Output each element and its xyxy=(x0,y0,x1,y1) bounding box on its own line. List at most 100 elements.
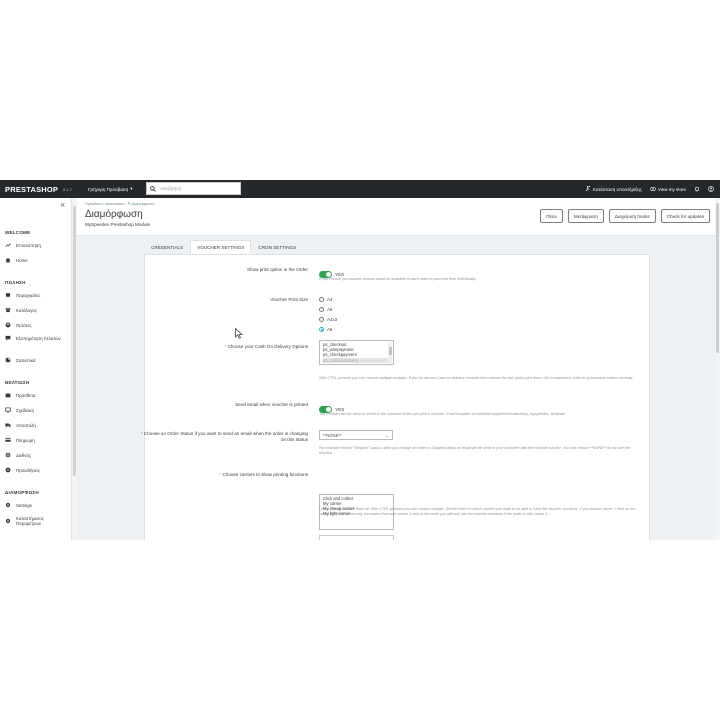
voucher-settings-panel: Show print option in the Order YES If yo… xyxy=(141,254,650,540)
page-header: Πρόσθετα / mymodules / ✎ Διαμόρφωση Διαμ… xyxy=(77,198,720,236)
cod-multiselect[interactable]: ps_checkout ps_wirepayment ps_checkpayme… xyxy=(319,340,394,365)
tab-bar: CREDENTIALS VOUCHER SETTINGS CRON SETTIN… xyxy=(144,240,303,254)
search-icon xyxy=(150,185,156,192)
chat-icon xyxy=(5,335,11,341)
list-item[interactable]: ps_cashondelivery xyxy=(323,357,390,363)
cod-label-text: Choose your Cash On Delivery Options xyxy=(227,344,308,349)
card-icon xyxy=(5,438,11,442)
radio-label: A4x3 xyxy=(327,317,338,322)
back-button[interactable]: Πίσω xyxy=(540,209,563,223)
sidebar-item-home[interactable]: Home xyxy=(5,257,69,263)
list-scrollbar[interactable] xyxy=(388,342,392,363)
search-box[interactable]: Αναζήτηση xyxy=(146,182,241,195)
radio-label: A6 xyxy=(327,327,333,332)
quick-access-menu[interactable]: Γρήγορη Πρόσβαση ▾ xyxy=(88,186,132,192)
sidebar-item-catalog[interactable]: Κατάλογος xyxy=(5,307,69,313)
main-scrollbar[interactable] xyxy=(715,198,720,540)
maintenance-link[interactable]: Κατάσταση υποστήριξης xyxy=(585,186,642,192)
cod-label: * Choose your Cash On Delivery Options xyxy=(224,344,308,349)
maintenance-label: Κατάσταση υποστήριξης xyxy=(593,186,642,192)
sidebar-item-label: Σχεδίαση xyxy=(16,407,35,413)
sidebar-item-label: Καταστήματος Παραμέτρων xyxy=(16,516,44,526)
breadcrumb-item[interactable]: mymodules xyxy=(105,202,124,206)
page-title: Διαμόρφωση xyxy=(85,209,143,220)
sidebar: « WELCOME Επισκόπηση Home ΠΩΛΗΣΗ Παραγγε… xyxy=(0,198,72,540)
home-icon xyxy=(5,257,11,263)
sidebar-item-advanced-parameters[interactable]: Καταστήματος Παραμέτρων xyxy=(5,516,69,526)
sidebar-item-orders[interactable]: Παραγγελίες xyxy=(5,292,69,298)
order-status-label: * Choose an Order Status if you want to … xyxy=(140,431,308,442)
sidebar-item-customers[interactable]: Πελάτες xyxy=(5,322,69,328)
sidebar-item-settings[interactable]: Settings xyxy=(5,502,69,508)
sidebar-item-label: Πρόσθετα xyxy=(16,392,36,398)
sidebar-item-label: Εξυπηρέτηση πελατών xyxy=(16,335,61,341)
sidebar-scrollbar[interactable] xyxy=(73,198,77,540)
tab-credentials[interactable]: CREDENTIALS xyxy=(144,240,190,254)
desktop-icon xyxy=(5,407,11,413)
manage-hooks-button[interactable]: Διαχείριση hooks xyxy=(608,209,656,223)
search-placeholder: Αναζήτηση xyxy=(160,186,182,191)
sidebar-section-welcome: WELCOME xyxy=(5,230,31,235)
caret-down-icon: ▾ xyxy=(130,186,133,191)
sidebar-item-label: Παραγγελίες xyxy=(16,292,41,298)
account-icon[interactable] xyxy=(708,186,714,192)
bell-icon[interactable] xyxy=(694,186,700,192)
carriers-help: Leave it blank to have them all. With CT… xyxy=(319,507,636,516)
chevron-down-icon: ⌄ xyxy=(385,432,389,438)
sidebar-item-label: Στατιστικά xyxy=(16,357,36,363)
sidebar-item-modules[interactable]: Πρόσθετα xyxy=(5,392,69,398)
breadcrumb: Πρόσθετα / mymodules / ✎ Διαμόρφωση xyxy=(85,202,154,206)
tab-voucher-settings[interactable]: VOUCHER SETTINGS xyxy=(190,240,252,254)
collapse-sidebar-icon[interactable]: « xyxy=(61,200,65,209)
cod-help: With CTRL pressed you can choose multipl… xyxy=(319,376,634,380)
truck-icon xyxy=(5,423,11,428)
sidebar-item-design[interactable]: Σχεδίαση xyxy=(5,407,69,413)
sidebar-item-stats[interactable]: Στατιστικά xyxy=(5,357,69,363)
sidebar-item-label: Πελάτες xyxy=(16,322,32,328)
gear-icon xyxy=(5,502,11,508)
order-status-label-text: Choose an Order Status if you want to se… xyxy=(143,431,308,442)
top-bar: PRESTASHOP 8.1.7 Γρήγορη Πρόσβαση ▾ Αναζ… xyxy=(0,180,720,198)
radio-size-1[interactable]: A6 xyxy=(319,306,337,313)
breadcrumb-item[interactable]: Πρόσθετα xyxy=(85,202,102,206)
show-print-label: Show print option in the Order xyxy=(246,267,308,272)
view-store-label: View my store xyxy=(657,186,686,192)
sidebar-item-label: Επισκόπηση xyxy=(16,242,41,248)
next-field-input[interactable] xyxy=(319,535,394,540)
store-icon xyxy=(5,308,11,313)
order-status-select[interactable]: **NONE** ⌄ xyxy=(319,430,393,440)
tab-cron-settings[interactable]: CRON SETTINGS xyxy=(251,240,303,254)
sidebar-item-shipping[interactable]: Αποστολή xyxy=(5,422,69,428)
wrench-icon xyxy=(585,186,591,192)
sidebar-item-label: Settings xyxy=(16,502,32,508)
sidebar-section-configure: ΔΙΑΜΟΡΦΩΣΗ xyxy=(5,490,39,495)
sidebar-section-sell: ΠΩΛΗΣΗ xyxy=(5,280,26,285)
version-label: 8.1.7 xyxy=(63,186,73,192)
sidebar-item-international[interactable]: Διεθνής xyxy=(5,452,69,458)
sidebar-section-improve: ΒΕΛΤΙΩΣΗ xyxy=(5,380,30,385)
sidebar-item-label: Διεθνής xyxy=(16,452,32,458)
gear-icon xyxy=(5,518,11,524)
puzzle-icon xyxy=(5,393,11,398)
radio-label: A6 xyxy=(327,307,333,312)
radio-size-2[interactable]: A4x3 xyxy=(319,316,337,323)
check-updates-button[interactable]: Check for updates xyxy=(660,209,710,223)
tag-icon xyxy=(5,467,11,473)
prestashop-logo[interactable]: PRESTASHOP xyxy=(5,185,58,194)
view-store-link[interactable]: View my store xyxy=(649,186,686,192)
select-value: **NONE** xyxy=(323,432,342,438)
radio-size-0[interactable]: A4 xyxy=(319,296,337,303)
radio-size-3[interactable]: A6 xyxy=(319,326,337,333)
eye-icon xyxy=(649,187,656,191)
sidebar-item-promotions[interactable]: Προωθήσεις xyxy=(5,467,69,473)
sidebar-item-payment[interactable]: Πληρωμή xyxy=(5,437,69,443)
sidebar-item-customer-service[interactable]: Εξυπηρέτηση πελατών xyxy=(5,335,69,341)
pencil-icon: ✎ xyxy=(127,202,131,206)
breadcrumb-item: Διαμόρφωση xyxy=(131,202,154,206)
sidebar-item-dashboard[interactable]: Επισκόπηση xyxy=(5,242,69,248)
trend-icon xyxy=(5,243,11,248)
translate-button[interactable]: Μετάφραση xyxy=(567,209,604,223)
order-status-help: For example choose "Shipped" status, whe… xyxy=(319,446,631,455)
radio-label: A4 xyxy=(327,297,333,302)
voucher-size-radios: A4 A6 A4x3 A6 xyxy=(319,296,337,336)
